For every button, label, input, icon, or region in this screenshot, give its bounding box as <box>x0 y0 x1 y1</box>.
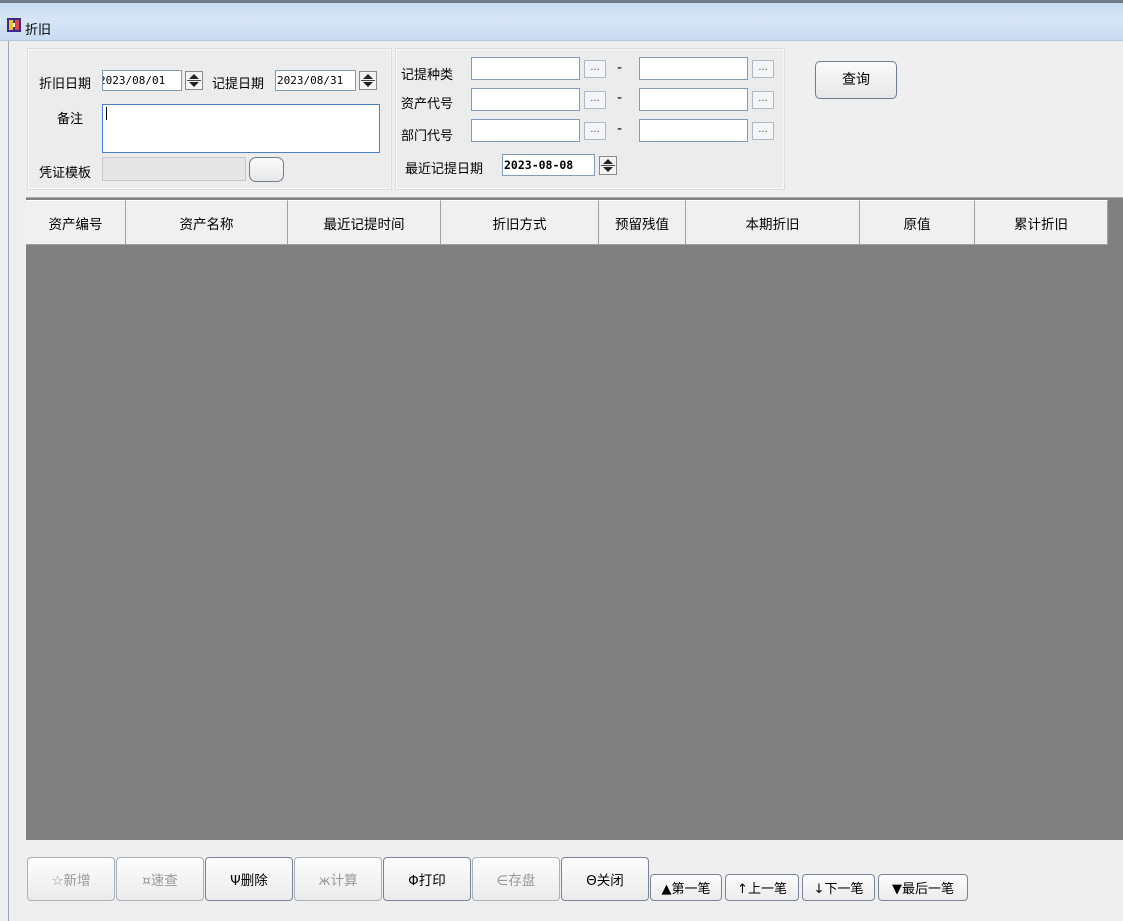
column-asset-no[interactable]: 资产编号 <box>26 200 126 245</box>
query-button[interactable]: 查询 <box>815 61 897 99</box>
dept-code-to-input[interactable] <box>639 119 748 142</box>
voucher-template-picker-button[interactable] <box>249 157 284 182</box>
column-depr-method[interactable]: 折旧方式 <box>441 200 599 245</box>
post-date-label: 记提日期 <box>212 77 265 92</box>
type-range-dash: - <box>617 60 623 76</box>
column-residual-value[interactable]: 预留残值 <box>599 200 686 245</box>
asset-code-from-input[interactable] <box>471 88 580 111</box>
recent-post-date-input[interactable]: 2023-08-08 <box>502 154 595 176</box>
data-grid[interactable] <box>26 197 1123 840</box>
type-to-input[interactable] <box>639 57 748 80</box>
column-asset-name[interactable]: 资产名称 <box>126 200 288 245</box>
asset-code-label: 资产代号 <box>401 97 454 112</box>
depr-date-input[interactable]: 2023/08/01 <box>102 70 182 91</box>
post-date-spinner[interactable] <box>359 71 377 90</box>
delete-button[interactable]: Ψ删除 <box>205 857 293 901</box>
recent-post-date-value: 2023-08-08 <box>504 158 574 172</box>
recent-post-date-label: 最近记提日期 <box>405 162 484 177</box>
column-recent-post-time[interactable]: 最近记提时间 <box>288 200 441 245</box>
save-button[interactable]: ∈存盘 <box>472 857 560 901</box>
post-date-input[interactable]: 2023/08/31 <box>275 70 356 91</box>
left-border <box>8 41 9 921</box>
remark-label: 备注 <box>57 112 84 127</box>
asset-code-range-dash: - <box>617 90 623 106</box>
print-button[interactable]: Φ打印 <box>383 857 471 901</box>
dept-code-to-lookup-button[interactable]: ... <box>752 122 774 140</box>
type-to-lookup-button[interactable]: ... <box>752 60 774 78</box>
next-record-button[interactable]: ↓下一笔 <box>802 874 875 901</box>
voucher-template-label: 凭证模板 <box>39 166 92 181</box>
column-current-depr[interactable]: 本期折旧 <box>686 200 860 245</box>
close-button[interactable]: Θ关闭 <box>561 857 649 901</box>
post-date-value: 2023/08/31 <box>277 74 344 87</box>
dept-code-from-lookup-button[interactable]: ... <box>584 122 606 140</box>
column-original-value[interactable]: 原值 <box>860 200 975 245</box>
dept-code-label: 部门代号 <box>401 129 454 144</box>
type-label: 记提种类 <box>401 68 454 83</box>
asset-code-to-lookup-button[interactable]: ... <box>752 91 774 109</box>
last-record-button[interactable]: ▼最后一笔 <box>878 874 968 901</box>
voucher-template-input <box>102 157 246 181</box>
title-bar <box>0 0 1123 41</box>
quick-search-button[interactable]: ¤速查 <box>116 857 204 901</box>
depr-date-spinner[interactable] <box>185 71 203 90</box>
depr-date-value: 2023/08/01 <box>102 74 166 87</box>
app-icon <box>6 17 22 33</box>
asset-code-to-input[interactable] <box>639 88 748 111</box>
column-accumulated-depr[interactable]: 累计折旧 <box>975 200 1108 245</box>
remark-input[interactable] <box>102 104 380 153</box>
asset-code-from-lookup-button[interactable]: ... <box>584 91 606 109</box>
type-from-lookup-button[interactable]: ... <box>584 60 606 78</box>
new-button[interactable]: ☆新增 <box>27 857 115 901</box>
grid-header: 资产编号 资产名称 最近记提时间 折旧方式 预留残值 本期折旧 原值 累计折旧 <box>26 200 1108 245</box>
previous-record-button[interactable]: ↑上一笔 <box>725 874 799 901</box>
type-from-input[interactable] <box>471 57 580 80</box>
depr-date-label: 折旧日期 <box>39 77 92 92</box>
first-record-button[interactable]: ▲第一笔 <box>650 874 722 901</box>
dept-code-range-dash: - <box>617 121 623 137</box>
calculate-button[interactable]: ж计算 <box>294 857 382 901</box>
recent-post-date-spinner[interactable] <box>599 156 617 175</box>
window-title: 折旧 <box>25 23 52 38</box>
dept-code-from-input[interactable] <box>471 119 580 142</box>
